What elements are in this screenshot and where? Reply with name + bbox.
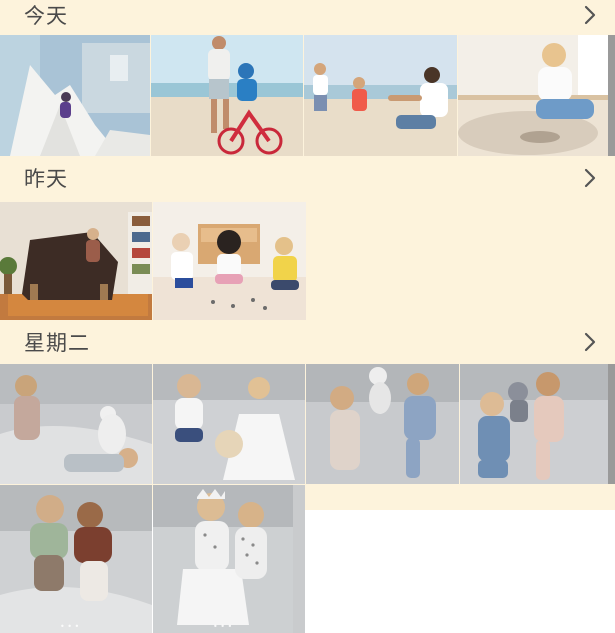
section-title: 星期二 [24, 331, 90, 355]
section-header-tuesday[interactable]: 星期二 [0, 322, 615, 362]
photo-thumbnail[interactable] [306, 364, 459, 484]
photo-thumbnail[interactable] [0, 364, 152, 484]
photo-thumbnail[interactable] [460, 364, 615, 484]
photo-thumbnail[interactable] [0, 202, 152, 320]
chevron-right-icon[interactable] [579, 331, 601, 353]
photo-thumbnail[interactable] [153, 202, 306, 320]
photo-thumbnail[interactable] [458, 35, 615, 156]
photo-watermark: • • • [213, 622, 233, 631]
photo-thumbnail[interactable]: • • • [0, 485, 152, 633]
section-title: 今天 [24, 4, 68, 28]
section-header-today[interactable]: 今天 [0, 0, 615, 35]
photo-thumbnail[interactable] [153, 364, 305, 484]
chevron-right-icon[interactable] [579, 167, 601, 189]
section-yesterday: 昨天 [0, 158, 615, 320]
photo-thumbnail[interactable] [304, 35, 457, 156]
section-today: 今天 [0, 0, 615, 158]
photo-watermark: • • • [60, 622, 80, 631]
photo-timeline: 今天 昨天 星期二 • • • • • • [0, 0, 615, 633]
section-title: 昨天 [24, 167, 68, 191]
photo-thumbnail[interactable] [151, 35, 303, 156]
section-header-yesterday[interactable]: 昨天 [0, 158, 615, 198]
photo-thumbnail[interactable]: • • • [153, 485, 305, 633]
photo-thumbnail[interactable] [0, 35, 150, 156]
chevron-right-icon[interactable] [579, 4, 601, 26]
